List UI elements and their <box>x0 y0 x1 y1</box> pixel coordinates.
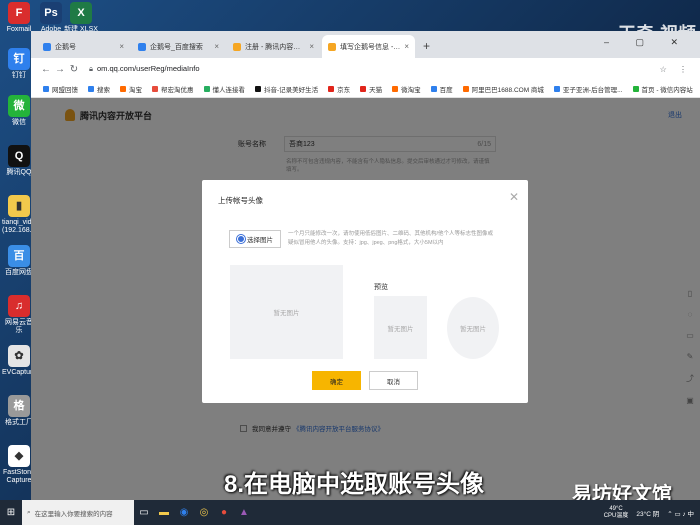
tab-favicon-icon <box>43 42 51 51</box>
address-bar: ← → ↻ 🔒︎ om.qq.com/userReg/mediaInfo ☆ ⋮ <box>31 58 700 80</box>
new-tab-button[interactable]: + <box>423 39 430 53</box>
tab-favicon-icon <box>328 42 336 51</box>
taskbar: ⊞ ⌕ 在这里输入你要搜索的内容 ▭ ▬ ◉ ◎ ● ▲ 49°C CPU温度 … <box>0 500 700 525</box>
bookmark-item[interactable]: 懂人连接看 <box>203 84 245 94</box>
message-icon[interactable]: ▭ <box>684 331 696 340</box>
bookmark-item[interactable]: 天猫 <box>360 84 382 94</box>
preview-label: 预览 <box>374 284 388 291</box>
bookmark-favicon-icon <box>632 85 639 92</box>
adobe-ps-icon: Ps <box>40 2 62 24</box>
bookmark-favicon-icon <box>553 85 560 92</box>
bookmark-favicon-icon <box>360 85 367 92</box>
window-controls[interactable]: – ▢ ✕ <box>604 37 690 48</box>
bookmark-favicon-icon <box>203 85 210 92</box>
baidu-netdisk-icon: 百 <box>8 245 30 267</box>
tianqi-video-icon: ▮ <box>8 195 30 217</box>
modal-title: 上传帐号头像 <box>218 196 263 205</box>
browser-tab[interactable]: 填写企鹅号信息 - 注册 - 腾讯内容× <box>322 35 415 58</box>
edit-icon[interactable]: ✎ <box>684 352 696 361</box>
system-tray: 49°C CPU温度 23°C 阴 ⌃ ▭ ♪ 中 <box>604 506 700 520</box>
tab-close-icon[interactable]: × <box>404 42 409 51</box>
choose-image-button[interactable]: 选择图片 <box>229 230 281 248</box>
preview-circle: 暂无图片 <box>447 297 499 359</box>
tab-close-icon[interactable]: × <box>214 42 219 51</box>
bookmark-favicon-icon <box>328 85 335 92</box>
forward-icon[interactable]: → <box>53 64 67 75</box>
cancel-button[interactable]: 取消 <box>369 371 418 390</box>
desktop-icon-new-xlsx[interactable]: X 新建 XLSX <box>64 2 98 34</box>
bookmark-item[interactable]: 百度 <box>430 84 453 94</box>
close-icon[interactable]: ✕ <box>509 190 519 204</box>
tab-favicon-icon <box>233 42 241 51</box>
qq-icon: Q <box>8 145 30 167</box>
phone-icon[interactable]: ▯ <box>684 289 696 298</box>
tab-favicon-icon <box>138 42 146 51</box>
screen-tool-icon[interactable]: ▲ <box>234 500 254 525</box>
task-view-icon[interactable]: ▭ <box>134 500 154 525</box>
tray-icons[interactable]: ⌃ ▭ ♪ 中 <box>667 508 694 518</box>
faststone-icon: ◆ <box>8 445 30 467</box>
bookmark-favicon-icon <box>120 85 126 92</box>
tab-close-icon[interactable]: × <box>309 42 314 51</box>
bookmark-item[interactable]: 微淘宝 <box>392 84 421 94</box>
edge-icon[interactable]: ◉ <box>174 500 194 525</box>
upload-avatar-modal: 上传帐号头像 ✕ 选择图片 一个月只能修改一次，请勿使用低俗图片、二维码、其他机… <box>202 180 528 403</box>
screenshot-icon[interactable]: ▣ <box>684 396 696 405</box>
bookmark-item[interactable]: 网盟回馈 <box>43 84 78 94</box>
bookmark-item[interactable]: 淘宝 <box>120 84 142 94</box>
bookmark-item[interactable]: 首页 - 微信内容站 <box>632 84 693 94</box>
bookmark-favicon-icon <box>43 85 49 92</box>
upload-description: 一个月只能修改一次，请勿使用低俗图片、二维码、其他机构/他个人等标志性图像或疑似… <box>288 231 494 246</box>
evcapture-icon: ✿ <box>8 345 30 367</box>
bookmark-favicon-icon <box>430 85 437 92</box>
weather-widget[interactable]: 23°C 阴 <box>636 508 659 518</box>
bookmark-item[interactable]: 帮宏淘优惠 <box>152 84 194 94</box>
bookmark-item[interactable]: 搜索 <box>88 84 110 94</box>
back-icon[interactable]: ← <box>39 64 53 75</box>
browser-tab[interactable]: 企鹅号 × <box>37 35 130 58</box>
cpu-temp: 49°C CPU温度 <box>603 505 629 519</box>
netease-music-icon: ♫ <box>8 295 30 317</box>
bookmarks-bar: 网盟回馈 搜索 淘宝 帮宏淘优惠 懂人连接看 抖音-记录美好生活 京东 天猫 微淘宝 百度 阿里巴巴… <box>31 80 700 98</box>
new-xlsx-icon: X <box>70 2 92 24</box>
bookmark-item[interactable]: 京东 <box>328 84 350 94</box>
ev-record-icon[interactable]: ● <box>214 500 234 525</box>
search-icon: ⌕ <box>27 508 31 516</box>
share-icon[interactable]: ⤴ <box>684 373 696 384</box>
browser-tab[interactable]: 企鹅号_百度搜索 × <box>132 35 225 58</box>
tab-close-icon[interactable]: × <box>119 42 124 51</box>
cursor-icon <box>237 235 245 243</box>
dingtalk-icon: 钉 <box>8 48 30 70</box>
preview-square: 暂无图片 <box>374 296 427 359</box>
wechat-icon: 微 <box>8 95 30 117</box>
bookmark-favicon-icon <box>462 85 469 92</box>
tab-bar: 企鹅号×企鹅号_百度搜索×注册 - 腾讯内容开放平台×填写企鹅号信息 - 注册 … <box>31 31 700 58</box>
taskbar-search[interactable]: ⌕ 在这里输入你要搜索的内容 <box>22 500 134 525</box>
reload-icon[interactable]: ↻ <box>67 64 81 75</box>
bookmark-favicon-icon <box>152 85 158 92</box>
desktop-icon-adobe-ps[interactable]: Ps Adobe <box>34 2 68 34</box>
confirm-button[interactable]: 确定 <box>312 371 361 390</box>
crop-area[interactable]: 暂无图片 <box>230 265 343 359</box>
bookmark-item[interactable]: 抖音-记录美好生活 <box>255 84 318 94</box>
extensions-icon[interactable]: ☆ ⋮ <box>660 65 692 74</box>
bookmark-favicon-icon <box>88 85 94 92</box>
bookmark-item[interactable]: 亚子亚洲-后台管理... <box>553 84 623 94</box>
bookmark-favicon-icon <box>255 85 261 92</box>
right-toolbar: ▯ ◌ ▭ ✎ ⤴ ▣ <box>684 289 696 405</box>
desktop-icon-foxmail[interactable]: F Foxmail <box>2 2 36 34</box>
chrome-icon[interactable]: ◎ <box>194 500 214 525</box>
url-field[interactable]: 🔒︎ om.qq.com/userReg/mediaInfo <box>89 64 200 74</box>
bookmark-item[interactable]: 阿里巴巴1688.COM 商城 <box>462 84 544 94</box>
bookmark-favicon-icon <box>392 85 399 92</box>
lock-icon: 🔒︎ <box>89 64 93 73</box>
video-caption: 8.在电脑中选取账号头像 <box>224 471 485 498</box>
windows-start-icon[interactable]: ⊞ <box>0 507 22 518</box>
file-explorer-icon[interactable]: ▬ <box>154 500 174 525</box>
format-factory-icon: 格 <box>8 395 30 417</box>
chat-icon[interactable]: ◌ <box>684 310 696 319</box>
foxmail-icon: F <box>8 2 30 24</box>
browser-tab[interactable]: 注册 - 腾讯内容开放平台× <box>227 35 320 58</box>
